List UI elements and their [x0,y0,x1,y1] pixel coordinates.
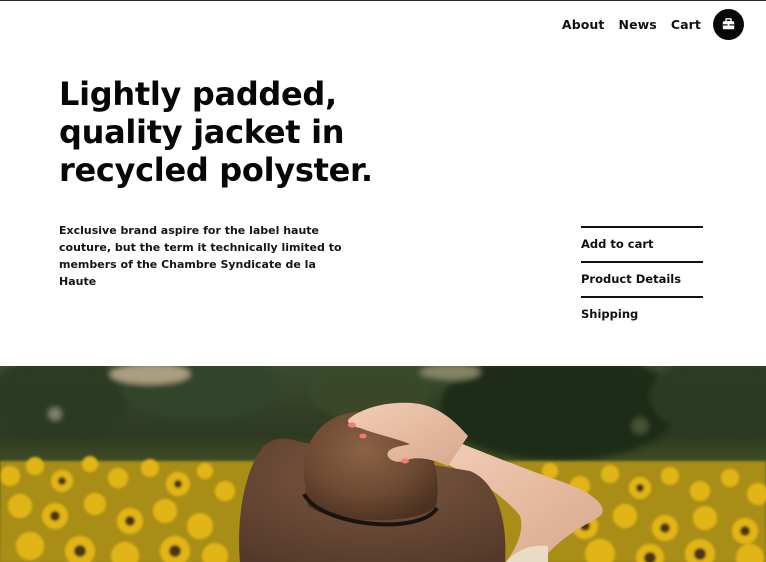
top-nav: About News Cart [548,1,744,47]
nav-link-cart[interactable]: Cart [671,17,701,32]
add-to-cart-link[interactable]: Add to cart [581,226,703,261]
shopping-bag-icon [722,18,735,30]
hero-image [0,366,766,562]
product-actions: Add to cart Product Details Shipping [581,226,703,331]
shipping-link[interactable]: Shipping [581,296,703,331]
page: About News Cart Lightly padded, quality … [0,0,766,562]
page-title: Lightly padded, quality jacket in recycl… [59,75,373,189]
product-description: Exclusive brand aspire for the label hau… [59,224,342,288]
product-details-link[interactable]: Product Details [581,261,703,296]
nav-link-about[interactable]: About [562,17,605,32]
shopping-bag-button[interactable] [713,8,744,40]
nav-link-news[interactable]: News [619,17,657,32]
